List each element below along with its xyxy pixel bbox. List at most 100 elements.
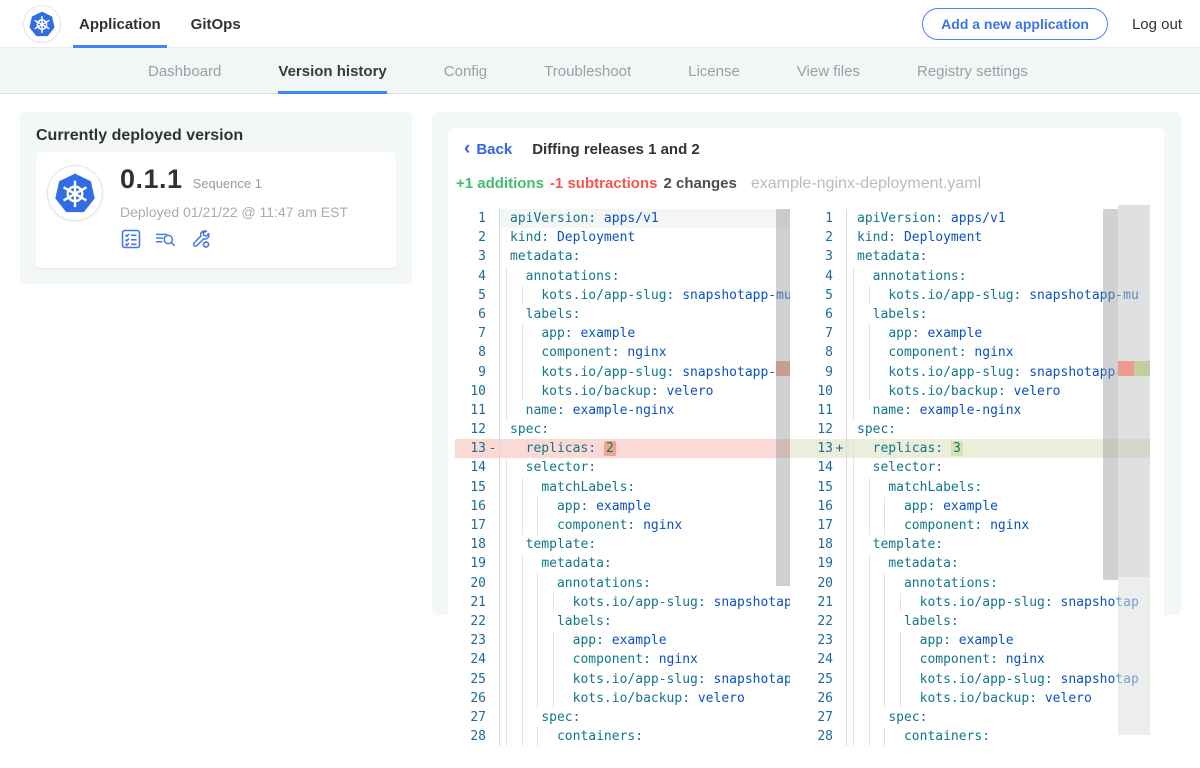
indent-guide: [853, 574, 854, 593]
diff-marker: [833, 247, 846, 266]
indent-guide: [853, 497, 854, 516]
tab-troubleshoot[interactable]: Troubleshoot: [544, 48, 631, 94]
indent-guide: [506, 516, 507, 535]
indent-guide: [869, 631, 870, 650]
line-number: 1: [455, 209, 486, 228]
code-text: kots.io/app-slug: snapshotap: [846, 593, 1150, 612]
code-lines-modified: 1apiVersion: apps/v12kind: Deployment3me…: [790, 209, 1150, 746]
code-text: component: nginx: [846, 650, 1150, 669]
code-line: 13-replicas: 2: [455, 439, 790, 458]
indent-guide: [522, 363, 523, 382]
code-text: name: example-nginx: [499, 401, 790, 420]
diff-marker: [486, 382, 499, 401]
indent-guide: [884, 650, 885, 669]
code-text: labels:: [846, 612, 1150, 631]
line-number: 6: [455, 305, 486, 324]
code-line: 6labels:: [790, 305, 1150, 324]
code-line: 21kots.io/app-slug: snapshotap: [455, 593, 790, 612]
diff-marker: [833, 574, 846, 593]
indent-guide: [884, 593, 885, 612]
diff-pane-original[interactable]: 1apiVersion: apps/v12kind: Deployment3me…: [455, 205, 790, 746]
tab-config[interactable]: Config: [444, 48, 487, 94]
back-label: Back: [476, 141, 512, 158]
tab-registry-settings[interactable]: Registry settings: [917, 48, 1028, 94]
diff-marker: [833, 324, 846, 343]
diff-marker: [486, 324, 499, 343]
diff-marker: [833, 343, 846, 362]
code-line: 5kots.io/app-slug: snapshotapp-mu: [790, 286, 1150, 305]
code-line: 10kots.io/backup: velero: [455, 382, 790, 401]
code-line: 14selector:: [455, 458, 790, 477]
diff-marker: [486, 650, 499, 669]
config-wrench-gear-icon[interactable]: [190, 228, 212, 250]
indent-guide: [853, 267, 854, 286]
line-number: 3: [455, 247, 486, 266]
indent-guide: [506, 286, 507, 305]
tab-gitops[interactable]: GitOps: [185, 0, 247, 48]
indent-guide: [853, 554, 854, 573]
code-text: app: example: [499, 324, 790, 343]
diff-marker: [486, 516, 499, 535]
line-number: 11: [790, 401, 833, 420]
top-nav-tabs: Application GitOps: [73, 0, 247, 48]
tab-view-files[interactable]: View files: [797, 48, 860, 94]
logout-button[interactable]: Log out: [1132, 16, 1182, 33]
diff-marker: [486, 401, 499, 420]
file-search-icon[interactable]: [155, 228, 177, 250]
diff-pane-modified[interactable]: 1apiVersion: apps/v12kind: Deployment3me…: [790, 205, 1150, 746]
version-number: 0.1.1: [120, 164, 183, 195]
indent-guide: [506, 593, 507, 612]
indent-guide: [853, 343, 854, 362]
diff-marker: [486, 535, 499, 554]
code-line: 19metadata:: [790, 554, 1150, 573]
tab-application[interactable]: Application: [73, 0, 167, 48]
scrollbar-thumb[interactable]: [776, 209, 790, 586]
scrollbar-thumb[interactable]: [1103, 209, 1118, 580]
add-application-button[interactable]: Add a new application: [922, 8, 1108, 40]
indent-guide: [506, 478, 507, 497]
indent-guide: [884, 612, 885, 631]
tab-license[interactable]: License: [688, 48, 740, 94]
line-number: 22: [790, 612, 833, 631]
indent-guide: [522, 631, 523, 650]
line-number: 18: [455, 535, 486, 554]
line-number: 21: [455, 593, 486, 612]
code-text: annotations:: [499, 267, 790, 286]
tab-version-history[interactable]: Version history: [278, 48, 386, 94]
tab-dashboard[interactable]: Dashboard: [148, 48, 221, 94]
indent-guide: [853, 708, 854, 727]
diff-stats: +1 additions -1 subtractions 2 changes e…: [456, 175, 981, 193]
indent-guide: [506, 708, 507, 727]
indent-guide: [506, 650, 507, 669]
line-number: 24: [790, 650, 833, 669]
diff-marker: [486, 343, 499, 362]
line-number: 25: [790, 670, 833, 689]
line-number: 11: [455, 401, 486, 420]
diff-marker: [833, 420, 846, 439]
code-text: kots.io/app-slug: snapshotap: [499, 670, 790, 689]
indent-guide: [506, 324, 507, 343]
indent-guide: [506, 267, 507, 286]
indent-guide: [522, 516, 523, 535]
code-text: spec:: [846, 708, 1150, 727]
indent-guide: [537, 593, 538, 612]
indent-guide: [869, 478, 870, 497]
diff-marker: [833, 554, 846, 573]
release-notes-checklist-icon[interactable]: [120, 228, 142, 250]
code-text: containers:: [499, 727, 790, 746]
version-action-icons: [120, 228, 212, 250]
code-line: 4annotations:: [455, 267, 790, 286]
indent-guide: [869, 324, 870, 343]
back-link[interactable]: ‹ Back: [464, 141, 512, 158]
code-text: app: example: [846, 631, 1150, 650]
line-number: 26: [455, 689, 486, 708]
overview-ruler-track: [1118, 205, 1150, 577]
code-text: component: nginx: [499, 650, 790, 669]
diff-marker: [833, 209, 846, 228]
line-number: 13: [790, 439, 833, 458]
indent-guide: [506, 574, 507, 593]
indent-guide: [853, 516, 854, 535]
code-line: 10kots.io/backup: velero: [790, 382, 1150, 401]
diff-marker: [833, 497, 846, 516]
top-nav-actions: Add a new application Log out: [922, 0, 1182, 48]
